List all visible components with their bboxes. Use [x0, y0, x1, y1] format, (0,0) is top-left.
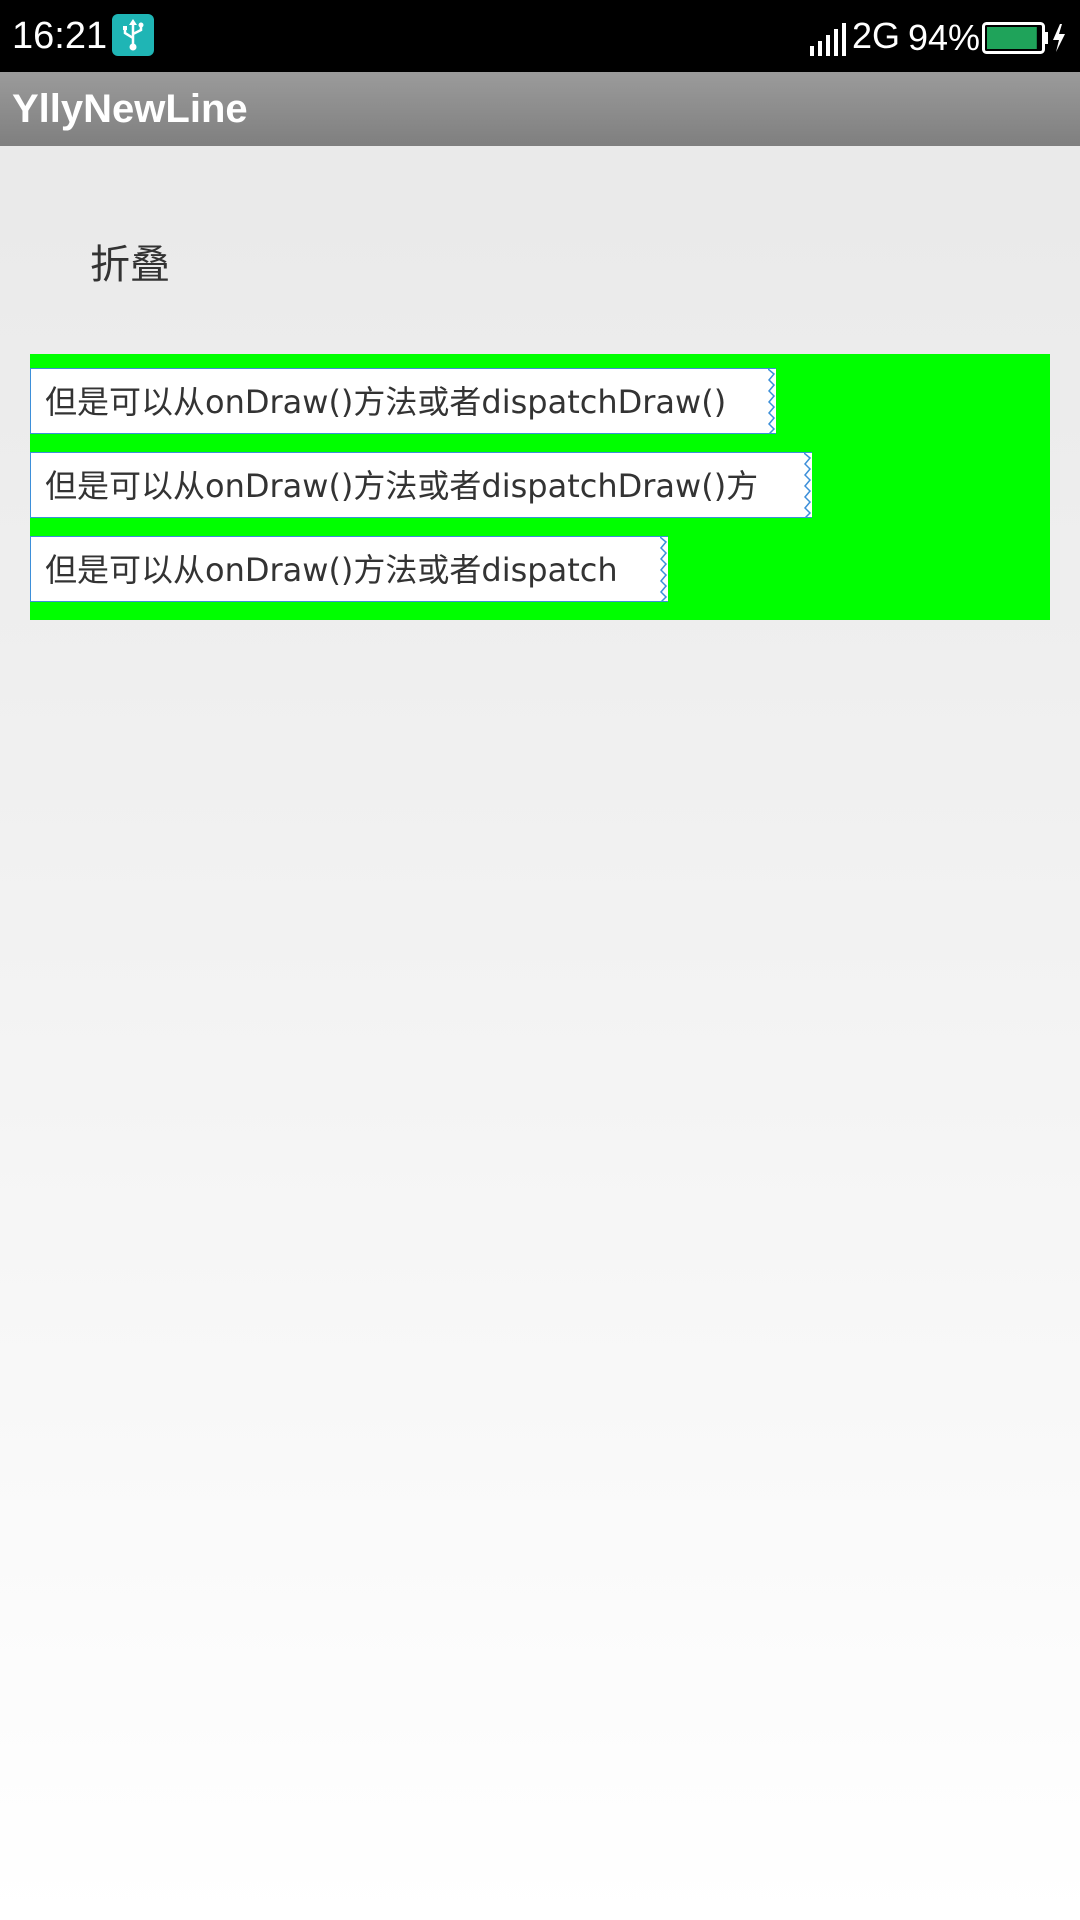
- battery-percent: 94%: [908, 17, 981, 58]
- network-type: 2G: [852, 15, 901, 56]
- signal-icon: [808, 22, 852, 56]
- battery-fill: [987, 27, 1037, 49]
- zigzag-edge-icon: [768, 369, 776, 433]
- collapse-toggle[interactable]: 折叠: [90, 240, 170, 290]
- usb-icon: [112, 14, 154, 56]
- flow-item[interactable]: 但是可以从onDraw()方法或者dispatchDraw()方: [30, 452, 812, 518]
- status-time: 16:21: [12, 15, 108, 57]
- status-bar: 16:21 2G 94%: [0, 0, 1080, 72]
- app-title: YllyNewLine: [12, 87, 248, 131]
- battery-icon: [982, 22, 1068, 54]
- flow-layout-container: 但是可以从onDraw()方法或者dispatchDraw() 但是可以从onD…: [30, 354, 1050, 620]
- flow-item-text: 但是可以从onDraw()方法或者dispatch: [45, 551, 618, 589]
- charging-icon: [1053, 24, 1065, 52]
- zigzag-edge-icon: [660, 537, 668, 601]
- flow-item[interactable]: 但是可以从onDraw()方法或者dispatch: [30, 536, 668, 602]
- flow-item[interactable]: 但是可以从onDraw()方法或者dispatchDraw(): [30, 368, 776, 434]
- flow-item-text: 但是可以从onDraw()方法或者dispatchDraw()方: [45, 467, 759, 505]
- flow-item-text: 但是可以从onDraw()方法或者dispatchDraw(): [45, 383, 727, 421]
- zigzag-edge-icon: [804, 453, 812, 517]
- action-bar: YllyNewLine: [0, 72, 1080, 146]
